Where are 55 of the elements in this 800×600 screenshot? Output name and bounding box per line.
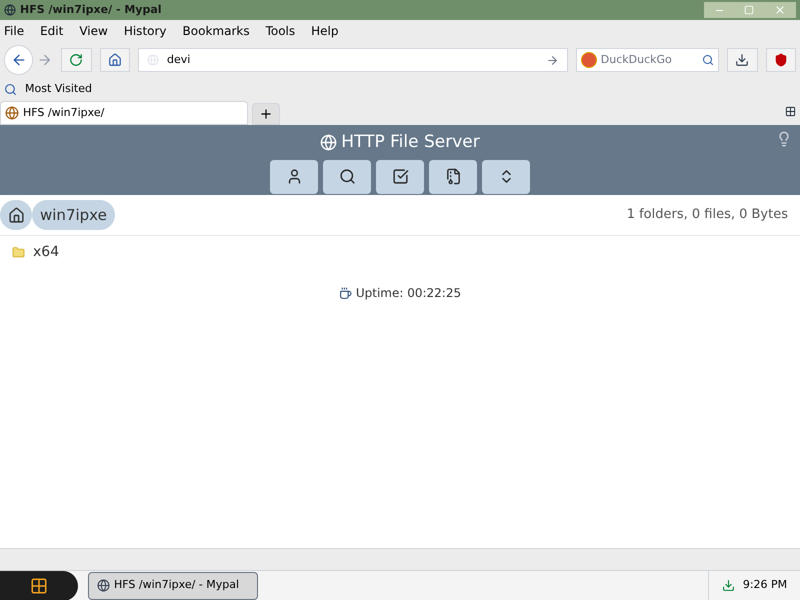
menu-item[interactable]: File xyxy=(4,22,24,40)
taskbar-label: HFS /win7ipxe/ - Mypal xyxy=(114,577,240,594)
search-field[interactable]: DuckDuckGo xyxy=(576,48,720,72)
user-button[interactable] xyxy=(270,160,318,194)
select-icon xyxy=(392,168,408,185)
download-button[interactable] xyxy=(727,48,758,72)
new-tab-button[interactable] xyxy=(252,103,280,125)
page-title: HTTP File Server xyxy=(341,131,480,154)
file-link[interactable]: x64 xyxy=(33,242,60,262)
shield-icon xyxy=(774,53,788,67)
download-icon xyxy=(735,53,750,67)
globe-icon xyxy=(147,54,160,66)
clock: 9:26 PM xyxy=(742,577,788,594)
uptime-text: Uptime: 00:22:25 xyxy=(356,285,462,302)
search-button[interactable] xyxy=(323,160,371,194)
menu-item[interactable]: Help xyxy=(311,22,338,40)
home-icon xyxy=(8,206,24,224)
address-field[interactable]: devi xyxy=(138,48,568,72)
archive-button[interactable] xyxy=(429,160,477,194)
reload-button[interactable] xyxy=(61,48,92,72)
home-crumb[interactable] xyxy=(0,200,32,230)
window-title: HFS /win7ipxe/ - Mypal xyxy=(20,2,162,18)
menu-item[interactable]: Edit xyxy=(40,22,64,40)
archive-icon xyxy=(444,168,462,185)
reload-icon xyxy=(69,53,84,67)
app-icon xyxy=(4,4,16,16)
site-icon xyxy=(5,106,19,120)
sort-button[interactable] xyxy=(482,160,530,194)
app-icon xyxy=(97,579,110,592)
breadcrumb-item[interactable]: win7ipxe xyxy=(32,200,115,230)
bookmark-item[interactable]: Most Visited xyxy=(25,80,92,98)
menu-item[interactable]: Bookmarks xyxy=(182,22,250,40)
home-icon xyxy=(108,53,122,67)
back-arrow-icon xyxy=(10,52,27,68)
browser-tab[interactable]: HFS /win7ipxe/ xyxy=(0,101,248,125)
search-icon[interactable] xyxy=(702,54,714,66)
windows-logo-icon xyxy=(30,576,48,594)
folder-icon xyxy=(12,246,25,258)
menu-item[interactable]: History xyxy=(124,22,167,40)
tabs-menu-icon[interactable] xyxy=(785,106,796,117)
start-button[interactable] xyxy=(0,570,78,600)
globe-icon xyxy=(320,134,338,152)
home-button[interactable] xyxy=(100,48,130,72)
shield-button[interactable] xyxy=(766,48,796,72)
menu-item[interactable]: View xyxy=(79,22,108,40)
search-icon xyxy=(338,168,356,185)
menu-item[interactable]: Tools xyxy=(266,22,296,40)
select-button[interactable] xyxy=(376,160,424,194)
search-engine-icon[interactable] xyxy=(580,52,597,68)
back-button[interactable] xyxy=(4,45,34,75)
coffee-icon xyxy=(338,286,352,300)
go-arrow-icon[interactable] xyxy=(546,54,559,66)
folder-summary: 1 folders, 0 files, 0 Bytes xyxy=(626,206,788,224)
taskbar-item[interactable]: HFS /win7ipxe/ - Mypal xyxy=(88,572,258,600)
plus-icon xyxy=(259,107,273,121)
